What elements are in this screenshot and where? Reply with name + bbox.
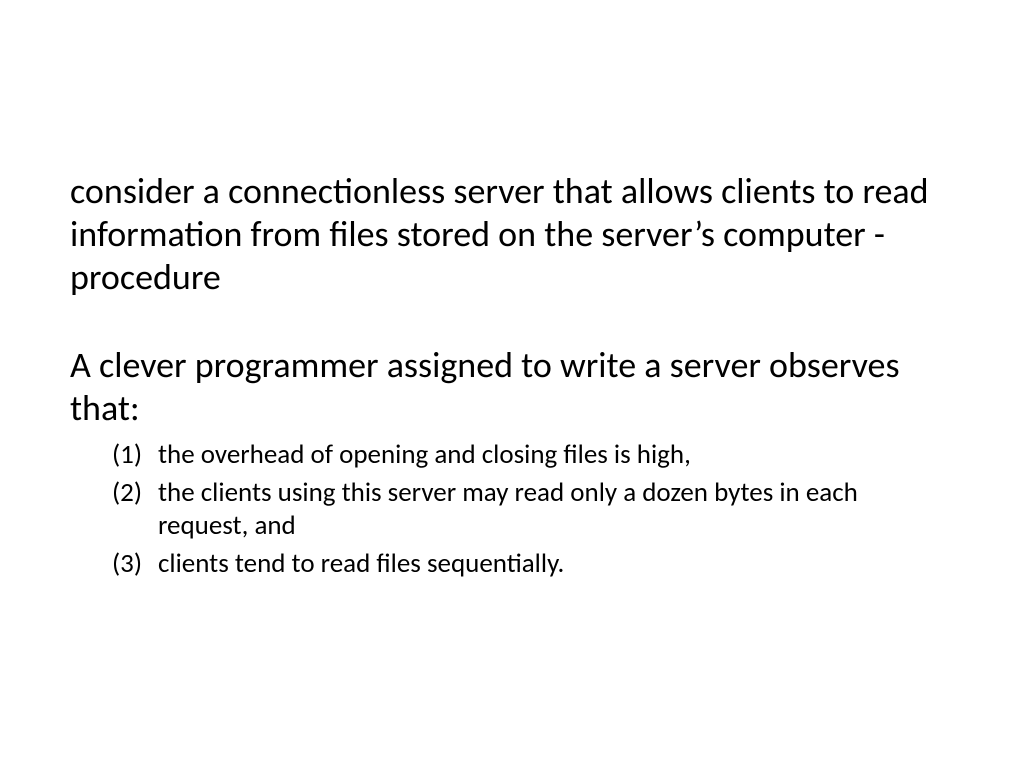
list-text: the clients using this server may read o… (158, 476, 954, 544)
observation-paragraph: A clever programmer assigned to write a … (70, 344, 954, 430)
list-text: the overhead of opening and closing file… (158, 438, 954, 472)
observation-list: (1) the overhead of opening and closing … (70, 438, 954, 581)
intro-paragraph: consider a connectionless server that al… (70, 170, 954, 300)
list-item: (2) the clients using this server may re… (112, 476, 954, 544)
list-item: (3) clients tend to read files sequentia… (112, 547, 954, 581)
list-marker: (3) (112, 547, 158, 581)
slide-content: consider a connectionless server that al… (70, 170, 954, 581)
list-marker: (2) (112, 476, 158, 544)
list-text: clients tend to read files sequentially. (158, 547, 954, 581)
list-item: (1) the overhead of opening and closing … (112, 438, 954, 472)
list-marker: (1) (112, 438, 158, 472)
